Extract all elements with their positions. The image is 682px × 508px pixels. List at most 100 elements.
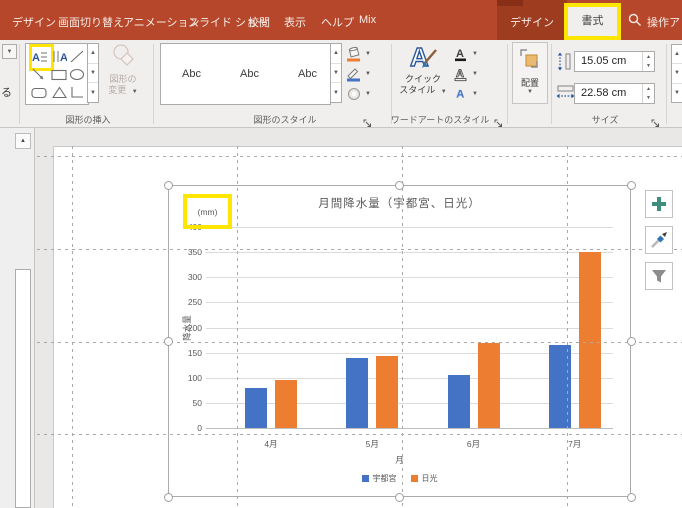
line-shape-button[interactable] xyxy=(67,47,87,66)
textbox-shape-button[interactable]: A xyxy=(29,47,49,66)
chart-styles-button[interactable] xyxy=(645,226,673,254)
bar-宇都宮-6月[interactable] xyxy=(448,375,470,428)
arrow-shape-button[interactable] xyxy=(29,65,49,84)
y-axis-title[interactable]: 降水量 xyxy=(181,278,193,378)
quick-styles-button[interactable]: A クイック スタイル ▼ xyxy=(398,42,448,104)
gallery-more-icon[interactable]: ▼ xyxy=(331,83,341,102)
bar-日光-6月[interactable] xyxy=(478,343,500,428)
group-label-wordart: ワードアートのスタイル xyxy=(391,113,489,126)
x-axis-line xyxy=(206,428,613,429)
gallery-more-icon[interactable]: ▼ xyxy=(672,84,682,102)
bar-日光-7月[interactable] xyxy=(579,252,601,428)
tab-design-contextual[interactable]: デザイン xyxy=(497,14,567,30)
selection-handle[interactable] xyxy=(164,493,173,502)
chart-legend[interactable]: 宇都宮 日光 xyxy=(169,473,630,484)
vertical-textbox-button[interactable]: A xyxy=(49,47,69,66)
legend-item-宇都宮[interactable]: 宇都宮 xyxy=(362,473,397,484)
text-outline-button[interactable]: A ▼ xyxy=(453,64,489,83)
selection-handle[interactable] xyxy=(164,181,173,190)
vertical-textbox-icon: A xyxy=(52,50,67,63)
spin-up-icon: ▲ xyxy=(643,52,654,62)
elbow-connector-icon xyxy=(70,86,84,99)
x-category-label[interactable]: 4月 xyxy=(251,438,291,450)
tab-format-selected[interactable]: 書式 xyxy=(568,7,617,36)
cutoff-dropdown-button[interactable]: ▼ xyxy=(2,44,17,59)
y-tick-label[interactable]: 50 xyxy=(169,398,202,408)
chart-title[interactable]: 月間降水量（宇都宮、日光） xyxy=(169,195,630,211)
triangle-shape-button[interactable] xyxy=(49,83,69,102)
rounded-rectangle-button[interactable] xyxy=(29,83,49,102)
scrollbar-thumb[interactable] xyxy=(15,269,31,508)
x-category-label[interactable]: 5月 xyxy=(352,438,392,450)
shape-style-abc-blue[interactable]: Abc xyxy=(228,55,271,92)
change-shape-icon xyxy=(110,43,136,69)
shape-styles-gallery: Abc Abc Abc xyxy=(160,43,331,105)
axis-unit-label[interactable]: (mm) xyxy=(187,198,228,225)
tab-6[interactable]: 表示 xyxy=(284,14,306,30)
shape-outline-button[interactable]: ▼ xyxy=(346,64,390,83)
text-fill-button[interactable]: A ▼ xyxy=(453,44,489,63)
selection-handle[interactable] xyxy=(395,181,404,190)
x-category-label[interactable]: 6月 xyxy=(454,438,494,450)
elbow-connector-button[interactable] xyxy=(67,83,87,102)
tab-5[interactable]: 校閲 xyxy=(248,14,270,30)
gallery-more-icon[interactable]: ▼ xyxy=(88,83,98,102)
gridline xyxy=(206,328,613,329)
cutoff-gallery-scroll: ▲ ▼ ▼ xyxy=(671,44,682,103)
selection-handle[interactable] xyxy=(164,337,173,346)
spin-up-icon: ▲ xyxy=(643,84,654,94)
scroll-down-icon[interactable]: ▼ xyxy=(331,64,341,84)
scroll-up-icon[interactable]: ▲ xyxy=(88,44,98,64)
shape-style-abc-orange[interactable]: Abc xyxy=(286,55,329,92)
svg-text:A: A xyxy=(60,52,67,63)
shape-height-field[interactable]: 15.05 cm ▲▼ xyxy=(574,51,655,72)
bar-日光-5月[interactable] xyxy=(376,356,398,428)
bar-日光-4月[interactable] xyxy=(275,380,297,428)
rectangle-shape-button[interactable] xyxy=(49,65,69,84)
arrange-button[interactable]: 配置 ▼ xyxy=(512,42,548,104)
tab-8[interactable]: Mix xyxy=(359,14,376,26)
tab-2[interactable]: 画面切り替え xyxy=(58,14,124,30)
bar-宇都宮-4月[interactable] xyxy=(245,388,267,428)
vertical-guide xyxy=(567,146,568,508)
height-spinner[interactable]: ▲▼ xyxy=(642,52,654,71)
shape-effects-button[interactable]: ▼ xyxy=(346,84,390,103)
pane-separator[interactable] xyxy=(34,128,35,508)
shape-style-abc-black[interactable]: Abc xyxy=(170,55,213,92)
shape-fill-button[interactable]: ▼ xyxy=(346,44,390,63)
horizontal-guide xyxy=(37,249,682,250)
scroll-down-icon[interactable]: ▼ xyxy=(88,64,98,84)
ellipse-shape-button[interactable] xyxy=(67,65,87,84)
horizontal-guide xyxy=(37,156,682,157)
change-shape-button[interactable]: 図形の 変更 ▼ xyxy=(103,42,143,104)
x-axis-title[interactable]: 月 xyxy=(169,454,630,466)
text-effects-button[interactable]: A A ▼ xyxy=(453,84,489,103)
tab-7[interactable]: ヘルプ xyxy=(321,14,354,30)
scroll-down-icon[interactable]: ▼ xyxy=(672,64,682,83)
selection-handle[interactable] xyxy=(627,493,636,502)
chart-filters-button[interactable] xyxy=(645,262,673,290)
scrollbar-up-button[interactable]: ▲ xyxy=(15,133,31,149)
width-spinner[interactable]: ▲▼ xyxy=(642,84,654,103)
shape-width-field[interactable]: 22.58 cm ▲▼ xyxy=(574,83,655,104)
tab-1[interactable]: デザイン xyxy=(12,14,56,30)
arrow-icon xyxy=(32,68,46,82)
text-fill-icon: A xyxy=(453,46,469,62)
selection-handle[interactable] xyxy=(627,337,636,346)
tell-me-search[interactable]: 操作ア xyxy=(626,0,682,40)
selection-handle[interactable] xyxy=(395,493,404,502)
selection-handle[interactable] xyxy=(627,181,636,190)
legend-swatch xyxy=(411,475,418,482)
legend-item-日光[interactable]: 日光 xyxy=(411,473,438,484)
y-tick-label[interactable]: 0 xyxy=(169,423,202,433)
scroll-up-icon[interactable]: ▲ xyxy=(331,44,341,64)
horizontal-guide xyxy=(37,342,682,343)
bar-宇都宮-5月[interactable] xyxy=(346,358,368,428)
vertical-guide xyxy=(237,146,238,508)
x-category-label[interactable]: 7月 xyxy=(555,438,595,450)
chart-elements-button[interactable] xyxy=(645,190,673,218)
legend-label: 宇都宮 xyxy=(373,473,397,484)
funnel-icon xyxy=(649,266,669,286)
scroll-up-icon[interactable]: ▲ xyxy=(672,45,682,64)
group-label-shape-styles: 図形のスタイル xyxy=(253,113,316,126)
